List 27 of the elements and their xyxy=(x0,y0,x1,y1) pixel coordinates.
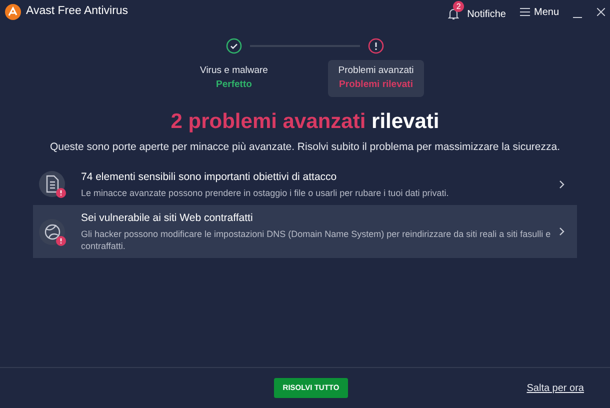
window-title: Avast Free Antivirus xyxy=(26,4,128,20)
check-icon xyxy=(226,38,242,54)
skip-link[interactable]: Salta per ora xyxy=(526,380,584,396)
alert-icon xyxy=(368,38,384,54)
issue-title: Sei vulnerabile ai siti Web contraffatti xyxy=(81,211,254,226)
chevron-right-icon xyxy=(559,180,565,189)
issue-description: Le minacce avanzate possono prendere in ostaggio i file o usarli per rubare i tuoi dati privati. xyxy=(81,186,450,199)
step-label: Virus e malware xyxy=(200,64,268,78)
subtitle: Queste sono porte aperte per minacce più avanzate. Risolvi subito il problema per massimizzare la sicurezza. xyxy=(48,140,562,154)
bell-icon xyxy=(448,8,460,20)
document-alert-icon xyxy=(37,169,67,200)
close-button[interactable] xyxy=(597,7,605,17)
menu-icon xyxy=(520,8,530,16)
issue-title: 74 elementi sensibili sono importanti obiettivi di attacco xyxy=(81,170,338,185)
notification-count-badge: 2 xyxy=(453,1,464,12)
step-label: Problemi avanzati xyxy=(338,64,414,78)
issue-row[interactable]: 74 elementi sensibili sono importanti obiettivi di attacco Le minacce avanzate possono prendere in ostaggio i file o usarli per rubare i tuoi dati privati. xyxy=(33,163,577,206)
logo-icon xyxy=(5,4,21,20)
chevron-right-icon xyxy=(559,227,565,236)
step-status: Perfetto xyxy=(216,78,252,92)
notifications-button[interactable]: 2 Notifiche xyxy=(448,1,506,23)
globe-alert-icon xyxy=(37,216,67,247)
issue-row[interactable]: Sei vulnerabile ai siti Web contraffatti Gli hacker possono modificare le impostazioni DNS (Domain Name System) per reindirizzare da siti reali a siti fasulli e contraffatti. xyxy=(33,205,577,258)
heading: 2 problemi avanzati rilevati xyxy=(170,108,440,134)
issue-description: Gli hacker possono modificare le impostazioni DNS (Domain Name System) per reindirizzare da siti reali a siti fasulli e contraffatti. xyxy=(81,228,551,252)
menu-button[interactable]: Menu xyxy=(520,4,559,20)
step-status: Problemi rilevati xyxy=(339,78,413,92)
